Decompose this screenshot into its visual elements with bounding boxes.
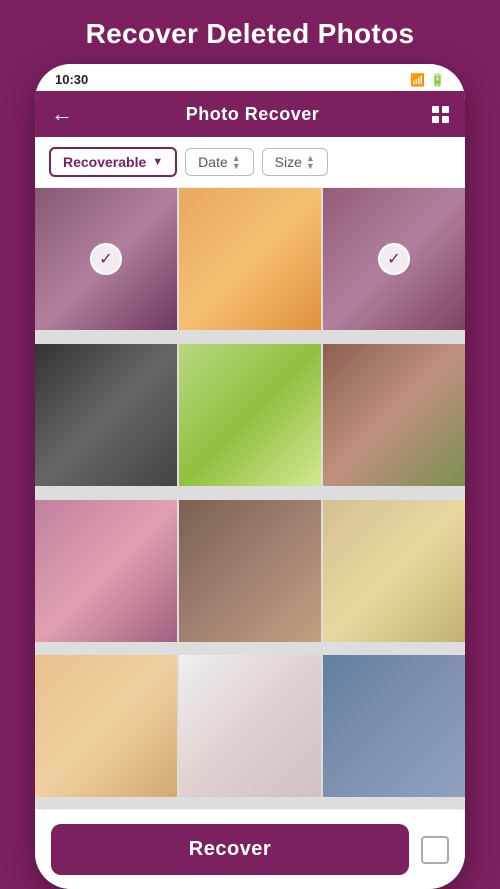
photo-cell-8[interactable]	[179, 500, 321, 642]
photo-cell-6[interactable]	[323, 344, 465, 486]
photo-cell-7[interactable]	[35, 500, 177, 642]
status-time: 10:30	[55, 72, 88, 87]
battery-icon: 🔋	[430, 73, 445, 87]
photo-cell-10[interactable]	[35, 655, 177, 797]
header-title: Photo Recover	[186, 104, 320, 125]
photo-cell-4[interactable]	[35, 344, 177, 486]
wifi-icon: 📶	[410, 73, 425, 87]
page-title: Recover Deleted Photos	[66, 0, 435, 64]
photo-cell-2[interactable]	[179, 188, 321, 330]
select-all-checkbox[interactable]	[421, 836, 449, 864]
filter-bar: Recoverable ▼ Date ▲ ▼ Size ▲ ▼	[35, 137, 465, 188]
status-bar: 10:30 📶 🔋	[35, 64, 465, 91]
grid-view-button[interactable]	[432, 106, 449, 123]
photo-check-1: ✓	[90, 243, 122, 275]
recoverable-filter-button[interactable]: Recoverable ▼	[49, 147, 177, 177]
photo-cell-11[interactable]	[179, 655, 321, 797]
photo-grid: ✓ ✓	[35, 188, 465, 809]
recover-button[interactable]: Recover	[51, 824, 409, 875]
photo-cell-1[interactable]: ✓	[35, 188, 177, 330]
sort-arrows-icon: ▲ ▼	[232, 154, 241, 170]
status-icons: 📶 🔋	[410, 73, 445, 87]
dropdown-arrow-icon: ▼	[152, 156, 163, 168]
date-sort-button[interactable]: Date ▲ ▼	[185, 148, 254, 176]
bottom-bar: Recover	[35, 809, 465, 889]
app-header: ← Photo Recover	[35, 91, 465, 137]
photo-cell-9[interactable]	[323, 500, 465, 642]
phone-frame: 10:30 📶 🔋 ← Photo Recover Recoverable ▼ …	[35, 64, 465, 889]
photo-cell-12[interactable]	[323, 655, 465, 797]
size-sort-arrows-icon: ▲ ▼	[306, 154, 315, 170]
back-button[interactable]: ←	[51, 101, 73, 127]
photo-cell-5[interactable]	[179, 344, 321, 486]
size-sort-button[interactable]: Size ▲ ▼	[262, 148, 328, 176]
photo-check-3: ✓	[378, 243, 410, 275]
photo-cell-3[interactable]: ✓	[323, 188, 465, 330]
